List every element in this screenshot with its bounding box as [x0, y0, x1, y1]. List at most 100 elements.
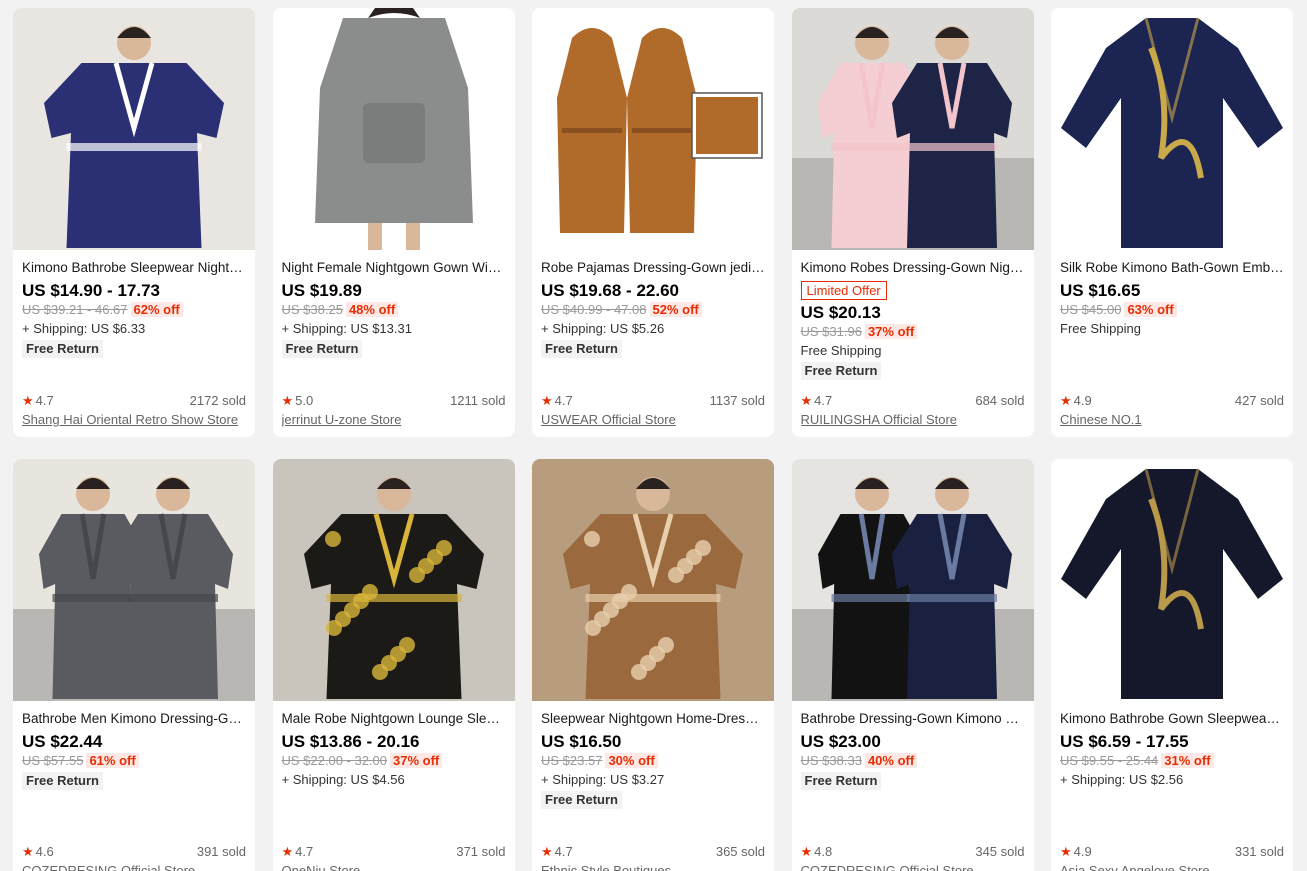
star-icon: ★	[541, 844, 553, 859]
sold-count: 684 sold	[975, 393, 1025, 408]
rating: ★ 4.7	[282, 844, 314, 860]
shipping-info: Free Shipping	[1060, 321, 1141, 336]
product-title[interactable]: Sleepwear Nightgown Home-Dressing Gown S…	[541, 711, 765, 727]
store-link[interactable]: Asia Sexy Angelove Store	[1060, 862, 1284, 871]
product-price: US $14.90 - 17.73	[22, 281, 160, 300]
rating: ★ 4.6	[22, 844, 54, 860]
product-title[interactable]: Kimono Robes Dressing-Gown Nightgown Cou…	[801, 260, 1025, 276]
product-card[interactable]: Kimono Robes Dressing-Gown Nightgown Cou…	[791, 8, 1034, 437]
product-card[interactable]: Silk Robe Kimono Bath-Gown Embroidery Dr…	[1051, 8, 1293, 437]
rating-value: 4.6	[35, 844, 54, 859]
discount-badge: 30% off	[605, 753, 658, 768]
original-price: US $38.25	[281, 302, 343, 317]
product-price: US $23.00	[800, 732, 881, 751]
original-price: US $38.33	[800, 753, 862, 768]
rating-value: 5.0	[295, 393, 314, 408]
store-link[interactable]: Shang Hai Oriental Retro Show Store	[22, 411, 246, 429]
product-title[interactable]: Robe Pajamas Dressing-Gown jedi Bathrobe	[541, 260, 765, 276]
rating-value: 4.7	[554, 393, 573, 408]
discount-badge: 62% off	[130, 302, 183, 317]
product-image[interactable]	[13, 8, 255, 250]
rating-value: 4.7	[295, 844, 314, 859]
original-price: US $22.00 - 32.00	[281, 753, 388, 768]
store-link[interactable]: USWEAR Official Store	[541, 411, 765, 429]
discount-badge: 52% off	[649, 302, 702, 317]
sold-count: 1211 sold	[450, 393, 506, 408]
star-icon: ★	[541, 393, 553, 408]
product-title[interactable]: Kimono Bathrobe Gown Sleepwear Embroider…	[1060, 711, 1284, 727]
product-price: US $20.13	[800, 303, 881, 322]
discount-badge: 40% off	[864, 753, 918, 768]
sold-count: 427 sold	[1234, 393, 1284, 408]
product-image[interactable]	[1051, 459, 1293, 701]
free-return-tag: Free Return	[541, 791, 622, 809]
product-card[interactable]: Kimono Bathrobe Gown Sleepwear Embroider…	[1051, 459, 1293, 871]
original-price: US $40.99 - 47.08	[541, 302, 647, 317]
store-link[interactable]: COZEDRESING Official Store	[22, 862, 246, 871]
product-image[interactable]	[532, 459, 774, 701]
sold-count: 2172 sold	[189, 393, 246, 408]
product-card[interactable]: Sleepwear Nightgown Home-Dressing Gown S…	[532, 459, 774, 871]
product-card[interactable]: Robe Pajamas Dressing-Gown jedi Bathrobe…	[532, 8, 774, 437]
sold-count: 331 sold	[1234, 844, 1284, 859]
rating: ★ 4.7	[541, 393, 573, 409]
star-icon: ★	[800, 844, 813, 859]
rating-value: 4.7	[814, 393, 833, 408]
star-icon: ★	[22, 393, 34, 408]
sold-count: 365 sold	[715, 844, 765, 859]
store-link[interactable]: COZEDRESING Official Store	[801, 862, 1025, 871]
product-card[interactable]: Kimono Bathrobe Sleepwear Nighty Men Fla…	[13, 8, 255, 437]
product-card[interactable]: Male Robe Nightgown Lounge Sleepwear Dra…	[272, 459, 515, 871]
product-title[interactable]: Kimono Bathrobe Sleepwear Nighty Men Fla…	[22, 260, 246, 276]
product-image[interactable]	[1051, 8, 1293, 250]
product-image[interactable]	[272, 459, 515, 701]
free-return-tag: Free Return	[800, 772, 882, 790]
product-card[interactable]: Night Female Nightgown Gown Winter Hoodi…	[272, 8, 515, 437]
rating-value: 4.8	[814, 844, 833, 859]
discount-badge: 63% off	[1124, 302, 1177, 317]
free-return-tag: Free Return	[22, 772, 103, 790]
shipping-info: + Shipping: US $13.31	[281, 321, 412, 336]
product-title[interactable]: Silk Robe Kimono Bath-Gown Embroidery Dr…	[1060, 260, 1284, 276]
product-image[interactable]	[791, 459, 1034, 701]
rating: ★ 4.7	[541, 844, 573, 860]
original-price: US $57.55	[22, 753, 84, 768]
shipping-info: + Shipping: US $2.56	[1060, 772, 1184, 787]
store-link[interactable]: jerrinut U-zone Store	[282, 411, 506, 429]
product-price: US $16.50	[541, 732, 622, 751]
rating: ★ 4.7	[22, 393, 54, 409]
discount-badge: 37% off	[864, 324, 918, 339]
product-price: US $19.89	[281, 281, 362, 300]
shipping-info: + Shipping: US $4.56	[281, 772, 405, 787]
discount-badge: 61% off	[86, 753, 139, 768]
free-return-tag: Free Return	[281, 340, 363, 358]
product-title[interactable]: Male Robe Nightgown Lounge Sleepwear Dra…	[282, 711, 506, 727]
original-price: US $23.57	[541, 753, 603, 768]
sold-count: 391 sold	[196, 844, 246, 859]
product-image[interactable]	[272, 8, 515, 250]
product-image[interactable]	[532, 8, 774, 250]
sold-count: 371 sold	[456, 844, 506, 859]
product-title[interactable]: Bathrobe Dressing-Gown Kimono Couple Pla…	[801, 711, 1025, 727]
product-card[interactable]: Bathrobe Dressing-Gown Kimono Couple Pla…	[791, 459, 1034, 871]
product-title[interactable]: Night Female Nightgown Gown Winter Hoodi…	[282, 260, 506, 276]
rating-value: 4.7	[35, 393, 54, 408]
free-return-tag: Free Return	[541, 340, 622, 358]
product-grid: Kimono Bathrobe Sleepwear Nighty Men Fla…	[13, 8, 1293, 871]
limited-offer-badge: Limited Offer	[800, 281, 887, 300]
product-card[interactable]: Bathrobe Men Kimono Dressing-Gown Couple…	[13, 459, 255, 871]
store-link[interactable]: RUILINGSHA Official Store	[801, 411, 1025, 429]
star-icon: ★	[800, 393, 813, 408]
star-icon: ★	[281, 844, 294, 859]
product-image[interactable]	[791, 8, 1034, 250]
shipping-info: Free Shipping	[800, 343, 882, 358]
rating-value: 4.9	[1073, 844, 1092, 859]
discount-badge: 37% off	[390, 753, 443, 768]
original-price: US $9.55 - 25.44	[1060, 753, 1159, 768]
original-price: US $39.21 - 46.67	[22, 302, 128, 317]
store-link[interactable]: Chinese NO.1	[1060, 411, 1284, 429]
store-link[interactable]: Ethnic Style Boutiques	[541, 862, 765, 871]
product-image[interactable]	[13, 459, 255, 701]
store-link[interactable]: OneNiu Store	[282, 862, 506, 871]
product-title[interactable]: Bathrobe Men Kimono Dressing-Gown Couple	[22, 711, 246, 727]
